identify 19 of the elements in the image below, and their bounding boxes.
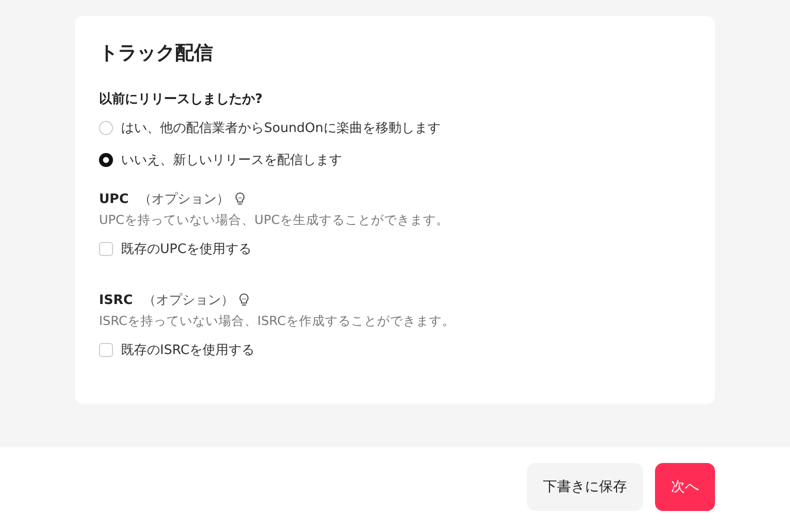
section-label: UPC [99,192,129,206]
lightbulb-icon[interactable] [234,192,246,206]
section-label: ISRC [99,292,133,308]
card-title: トラック配信 [99,41,214,66]
radio-label[interactable]: はい、他の配信業者からSoundOnに楽曲を移動します [121,119,440,137]
radio-label[interactable]: いいえ、新しいリリースを配信します [121,151,342,169]
radio-button[interactable] [99,153,113,167]
checkbox[interactable] [99,242,113,256]
checkbox-label[interactable]: 既存のUPCを使用する [121,240,252,258]
save-draft-button[interactable]: 下書きに保存 [527,462,643,510]
checkbox[interactable] [99,343,113,357]
optional-note: （オプション） [142,292,234,309]
checkbox-label[interactable]: 既存のISRCを使用する [121,341,255,359]
next-button[interactable]: 次へ [655,462,715,510]
lightbulb-icon[interactable] [238,293,250,307]
question-label: 以前にリリースしましたか? [99,91,264,108]
section-description: UPCを持っていない場合、UPCを生成することができます。 [99,212,450,229]
section-description: ISRCを持っていない場合、ISRCを作成することができます。 [99,313,456,330]
optional-note: （オプション） [138,191,230,208]
